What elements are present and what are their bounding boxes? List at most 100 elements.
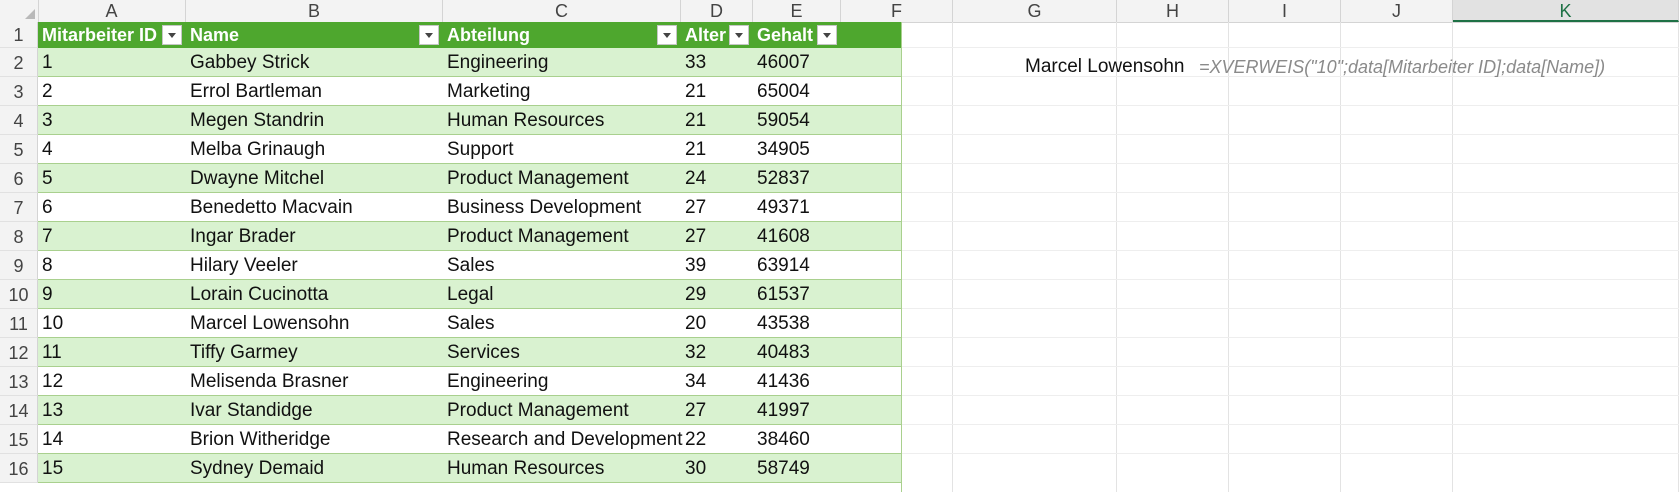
cell-mitarbeiter-id[interactable]: 7 xyxy=(38,222,186,250)
cell-gehalt[interactable]: 46007 xyxy=(753,48,841,76)
cell-gehalt[interactable]: 58749 xyxy=(753,454,841,482)
cell-abteilung[interactable]: Engineering xyxy=(443,367,681,395)
cell-alter[interactable]: 33 xyxy=(681,48,753,76)
row-header-12[interactable]: 12 xyxy=(0,338,38,367)
column-header-j[interactable]: J xyxy=(1341,0,1453,22)
select-all-corner[interactable] xyxy=(0,0,39,22)
row-header-8[interactable]: 8 xyxy=(0,222,38,251)
cell-mitarbeiter-id[interactable]: 6 xyxy=(38,193,186,221)
cell-abteilung[interactable]: Human Resources xyxy=(443,454,681,482)
row-header-10[interactable]: 10 xyxy=(0,280,38,309)
cell-mitarbeiter-id[interactable]: 10 xyxy=(38,309,186,337)
cell-name[interactable]: Ivar Standidge xyxy=(186,396,443,424)
cell-mitarbeiter-id[interactable]: 1 xyxy=(38,48,186,76)
cell-alter[interactable]: 34 xyxy=(681,367,753,395)
cell-alter[interactable]: 39 xyxy=(681,251,753,279)
row-header-14[interactable]: 14 xyxy=(0,396,38,425)
cell-gehalt[interactable]: 61537 xyxy=(753,280,841,308)
row-header-1[interactable]: 1 xyxy=(0,22,38,48)
cell-abteilung[interactable]: Sales xyxy=(443,309,681,337)
cell-gehalt[interactable]: 41608 xyxy=(753,222,841,250)
row-header-7[interactable]: 7 xyxy=(0,193,38,222)
cell-abteilung[interactable]: Product Management xyxy=(443,164,681,192)
column-header-b[interactable]: B xyxy=(186,0,443,22)
formula-text[interactable]: =XVERWEIS("10";data[Mitarbeiter ID];data… xyxy=(1199,52,1605,82)
cell-mitarbeiter-id[interactable]: 3 xyxy=(38,106,186,134)
row-header-9[interactable]: 9 xyxy=(0,251,38,280)
column-header-c[interactable]: C xyxy=(443,0,681,22)
cell-abteilung[interactable]: Research and Development xyxy=(443,425,683,453)
cell-name[interactable]: Melisenda Brasner xyxy=(186,367,443,395)
cell-alter[interactable]: 30 xyxy=(681,454,753,482)
row-header-13[interactable]: 13 xyxy=(0,367,38,396)
row-header-3[interactable]: 3 xyxy=(0,77,38,106)
column-header-d[interactable]: D xyxy=(681,0,753,22)
column-header-a[interactable]: A xyxy=(38,0,186,22)
cell-mitarbeiter-id[interactable]: 11 xyxy=(38,338,186,366)
cell-name[interactable]: Dwayne Mitchel xyxy=(186,164,443,192)
cell-mitarbeiter-id[interactable]: 13 xyxy=(38,396,186,424)
cell-name[interactable]: Lorain Cucinotta xyxy=(186,280,443,308)
row-header-4[interactable]: 4 xyxy=(0,106,38,135)
cell-gehalt[interactable]: 59054 xyxy=(753,106,841,134)
cell-alter[interactable]: 21 xyxy=(681,106,753,134)
cell-mitarbeiter-id[interactable]: 9 xyxy=(38,280,186,308)
cell-abteilung[interactable]: Business Development xyxy=(443,193,681,221)
cell-gehalt[interactable]: 43538 xyxy=(753,309,841,337)
cell-mitarbeiter-id[interactable]: 14 xyxy=(38,425,186,453)
cell-alter[interactable]: 32 xyxy=(681,338,753,366)
column-header-g[interactable]: G xyxy=(953,0,1117,22)
cell-alter[interactable]: 24 xyxy=(681,164,753,192)
cell-name[interactable]: Gabbey Strick xyxy=(186,48,443,76)
filter-dropdown-name[interactable] xyxy=(419,25,439,45)
cell-name[interactable]: Marcel Lowensohn xyxy=(186,309,443,337)
cell-abteilung[interactable]: Sales xyxy=(443,251,681,279)
cell-mitarbeiter-id[interactable]: 4 xyxy=(38,135,186,163)
cell-name[interactable]: Brion Witheridge xyxy=(186,425,443,453)
cell-abteilung[interactable]: Marketing xyxy=(443,77,681,105)
cell-abteilung[interactable]: Product Management xyxy=(443,222,681,250)
column-header-k[interactable]: K xyxy=(1453,0,1679,22)
cell-abteilung[interactable]: Human Resources xyxy=(443,106,681,134)
cell-gehalt[interactable]: 65004 xyxy=(753,77,841,105)
cell-alter[interactable]: 20 xyxy=(681,309,753,337)
cell-abteilung[interactable]: Product Management xyxy=(443,396,681,424)
cell-gehalt[interactable]: 63914 xyxy=(753,251,841,279)
cell-mitarbeiter-id[interactable]: 12 xyxy=(38,367,186,395)
cell-gehalt[interactable]: 38460 xyxy=(753,425,841,453)
cell-mitarbeiter-id[interactable]: 2 xyxy=(38,77,186,105)
cell-abteilung[interactable]: Support xyxy=(443,135,681,163)
filter-dropdown-abteilung[interactable] xyxy=(657,25,677,45)
cell-abteilung[interactable]: Legal xyxy=(443,280,681,308)
column-header-i[interactable]: I xyxy=(1229,0,1341,22)
cell-mitarbeiter-id[interactable]: 5 xyxy=(38,164,186,192)
cell-name[interactable]: Tiffy Garmey xyxy=(186,338,443,366)
lookup-result-cell[interactable]: Marcel Lowensohn xyxy=(1025,52,1184,82)
row-header-11[interactable]: 11 xyxy=(0,309,38,338)
cell-abteilung[interactable]: Engineering xyxy=(443,48,681,76)
cell-gehalt[interactable]: 34905 xyxy=(753,135,841,163)
cell-gehalt[interactable]: 40483 xyxy=(753,338,841,366)
column-header-f[interactable]: F xyxy=(841,0,953,22)
cell-mitarbeiter-id[interactable]: 8 xyxy=(38,251,186,279)
cell-alter[interactable]: 27 xyxy=(681,193,753,221)
cell-name[interactable]: Megen Standrin xyxy=(186,106,443,134)
cell-alter[interactable]: 21 xyxy=(681,77,753,105)
cell-alter[interactable]: 27 xyxy=(681,396,753,424)
column-header-e[interactable]: E xyxy=(753,0,841,22)
cell-name[interactable]: Melba Grinaugh xyxy=(186,135,443,163)
cell-abteilung[interactable]: Services xyxy=(443,338,681,366)
cell-alter[interactable]: 22 xyxy=(681,425,753,453)
cell-name[interactable]: Errol Bartleman xyxy=(186,77,443,105)
cell-alter[interactable]: 27 xyxy=(681,222,753,250)
filter-dropdown-alter[interactable] xyxy=(729,25,749,45)
cell-gehalt[interactable]: 41436 xyxy=(753,367,841,395)
cell-alter[interactable]: 21 xyxy=(681,135,753,163)
filter-dropdown-gehalt[interactable] xyxy=(817,25,837,45)
column-header-h[interactable]: H xyxy=(1117,0,1229,22)
row-header-15[interactable]: 15 xyxy=(0,425,38,454)
row-header-16[interactable]: 16 xyxy=(0,454,38,483)
cell-gehalt[interactable]: 52837 xyxy=(753,164,841,192)
row-header-5[interactable]: 5 xyxy=(0,135,38,164)
row-header-2[interactable]: 2 xyxy=(0,48,38,77)
